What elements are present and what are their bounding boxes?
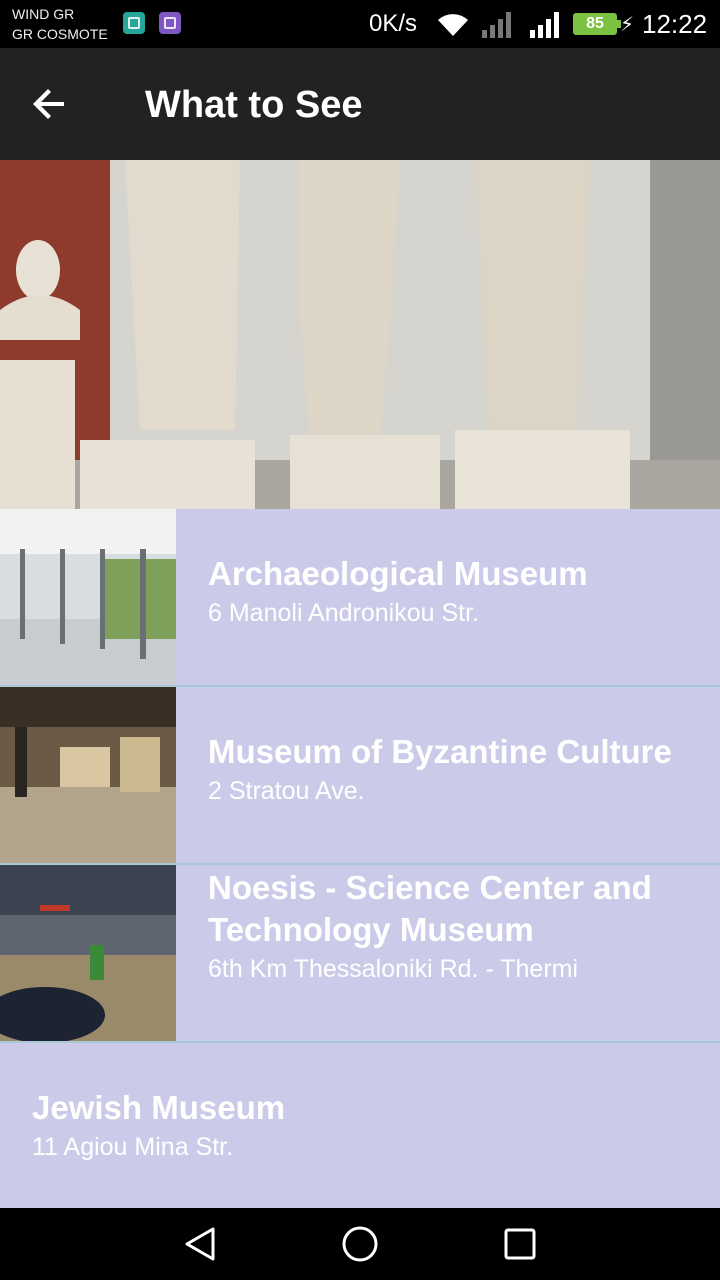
wifi-icon [438, 14, 468, 36]
navigation-bar [0, 1208, 720, 1280]
archaeological-museum-thumbnail [0, 509, 176, 685]
arrow-left-icon [33, 89, 64, 119]
item-address: 6 Manoli Andronikou Str. [208, 599, 479, 627]
square-recents-icon [504, 1228, 536, 1260]
list-item[interactable]: Museum of Byzantine Culture 2 Stratou Av… [0, 687, 720, 865]
nav-recents-button[interactable] [495, 1222, 545, 1266]
battery-icon: 85 [573, 13, 621, 35]
network-speed: 0K/s [369, 10, 418, 37]
list-item[interactable]: Archaeological Museum 6 Manoli Androniko… [0, 509, 720, 687]
carrier-1: WIND GR [12, 6, 75, 22]
item-name: Jewish Museum [32, 1089, 286, 1126]
item-address: 2 Stratou Ave. [208, 777, 365, 805]
status-bar: WIND GR GR COSMOTE 0K/s 85 ⚡ 12:22 [0, 0, 720, 48]
android-notification-icon [123, 12, 145, 34]
noesis-thumbnail [0, 865, 176, 1041]
circle-home-icon [342, 1226, 378, 1262]
signal-1-icon [482, 12, 511, 38]
nav-home-button[interactable] [335, 1222, 385, 1266]
item-name: Noesis - Science Center and Technology M… [208, 869, 652, 948]
list-item[interactable]: Noesis - Science Center and Technology M… [0, 865, 720, 1043]
item-name: Museum of Byzantine Culture [208, 733, 672, 770]
app-bar: What to See [0, 48, 720, 160]
item-address: 6th Km Thessaloniki Rd. - Thermi [208, 955, 579, 983]
clock: 12:22 [642, 9, 708, 39]
hero-image [0, 160, 720, 509]
charging-icon: ⚡ [620, 14, 635, 36]
list-item[interactable]: Jewish Museum 11 Agiou Mina Str. [0, 1043, 720, 1208]
carrier-2: GR COSMOTE [12, 26, 108, 42]
item-address: 11 Agiou Mina Str. [32, 1133, 234, 1161]
carrier-info: WIND GR GR COSMOTE [12, 4, 108, 44]
page-title: What to See [145, 84, 363, 126]
gallery-notification-icon [159, 12, 181, 34]
triangle-back-icon [185, 1227, 215, 1261]
nav-back-button[interactable] [175, 1222, 225, 1266]
byzantine-museum-thumbnail [0, 687, 176, 863]
signal-2-icon [530, 12, 559, 38]
places-list: Archaeological Museum 6 Manoli Androniko… [0, 509, 720, 1208]
back-button[interactable] [20, 74, 80, 134]
item-name: Archaeological Museum [208, 555, 588, 592]
